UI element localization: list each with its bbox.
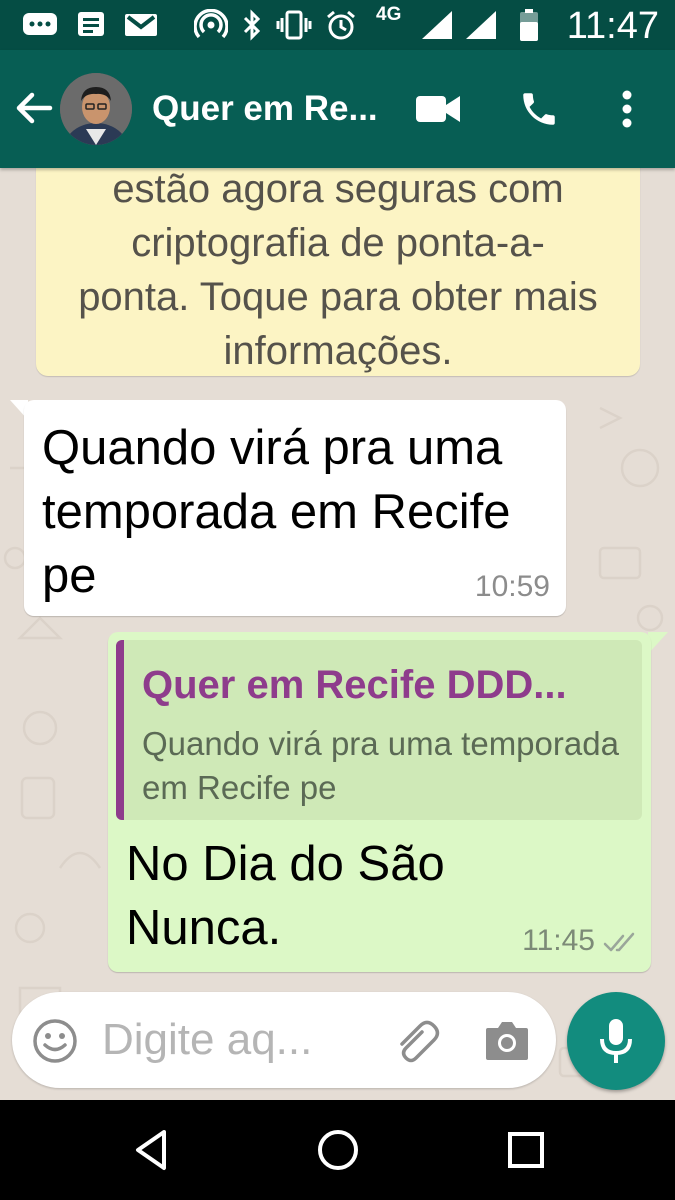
- gmail-icon: [124, 9, 158, 41]
- battery-icon: [518, 9, 540, 41]
- message-time: 11:45: [522, 924, 595, 957]
- quote-text: Quando virá pra uma temporada em Recife …: [142, 725, 619, 806]
- encryption-notice[interactable]: estão agora seguras com criptografia de …: [36, 168, 640, 376]
- message-time: 10:59: [474, 570, 550, 603]
- attach-icon[interactable]: [390, 1016, 440, 1066]
- camera-icon[interactable]: [484, 1018, 530, 1062]
- quote-sender: Quer em Recife DDD...: [142, 663, 567, 707]
- chat-area[interactable]: estão agora seguras com criptografia de …: [0, 168, 675, 1098]
- more-options-icon[interactable]: [612, 86, 642, 132]
- alarm-icon: [324, 9, 358, 41]
- status-time: 11:47: [566, 5, 659, 47]
- system-nav-bar: [0, 1100, 675, 1200]
- vibrate-icon: [276, 9, 312, 41]
- signal-icon: [464, 9, 498, 41]
- message-composer[interactable]: Digite aq...: [12, 992, 556, 1088]
- video-call-icon[interactable]: [414, 86, 462, 132]
- chat-title[interactable]: Quer em Re...: [152, 88, 382, 130]
- chat-notification-icon: [22, 9, 58, 41]
- delivered-ticks-icon: [603, 932, 635, 952]
- outgoing-message[interactable]: Quer em Recife DDD... Quando virá pra um…: [108, 632, 651, 972]
- outgoing-bubble-tail: [648, 632, 668, 654]
- back-arrow-icon[interactable]: [14, 88, 54, 128]
- sms-icon: [76, 9, 106, 41]
- incoming-message[interactable]: Quando virá pra uma temporada em Recife …: [24, 400, 566, 616]
- nav-recents-icon[interactable]: [502, 1126, 550, 1174]
- signal-icon: [420, 9, 454, 41]
- avatar[interactable]: [60, 73, 132, 145]
- phone-call-icon[interactable]: [516, 86, 562, 132]
- quote-accent-bar: [116, 640, 124, 820]
- mic-button[interactable]: [567, 992, 665, 1090]
- message-input[interactable]: Digite aq...: [102, 1014, 352, 1066]
- chat-header: Quer em Re...: [0, 50, 675, 168]
- emoji-icon[interactable]: [32, 1018, 78, 1064]
- mic-icon: [600, 1019, 632, 1063]
- message-text: Quando virá pra uma temporada em Recife …: [42, 421, 511, 603]
- network-type: 4G: [376, 4, 402, 25]
- nav-home-icon[interactable]: [314, 1126, 362, 1174]
- hotspot-icon: [194, 9, 228, 41]
- nav-back-icon[interactable]: [128, 1126, 176, 1174]
- bluetooth-icon: [240, 9, 264, 41]
- status-bar: 4G 11:47: [0, 0, 675, 50]
- message-text: No Dia do São Nunca.: [126, 837, 445, 955]
- quoted-message[interactable]: Quer em Recife DDD... Quando virá pra um…: [116, 640, 642, 820]
